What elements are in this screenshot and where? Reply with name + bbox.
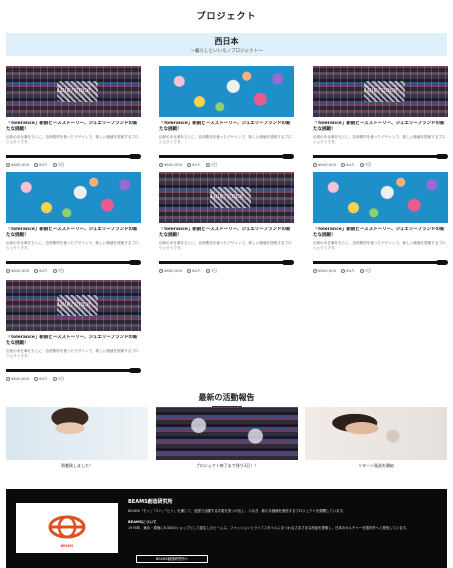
clock-icon [205,163,210,167]
project-description: 伝統の手仕事をもとに、自然素材を使ったデザインで、新しい価値を提案するプロジェク… [6,241,139,251]
project-description: 伝統の手仕事をもとに、自然素材を使ったデザインで、新しい価値を提案するプロジェク… [313,241,446,251]
project-stats: ¥840,000 64人 7日 [6,268,141,274]
project-description: 伝統の手仕事をもとに、自然素材を使ったデザインで、新しい価値を提案するプロジェク… [159,135,292,145]
report-caption[interactable]: プロジェクト終了まで残り3日！！ [156,463,298,469]
people-icon [34,163,39,167]
watermark-text: Tolerance [363,86,398,94]
money-icon [6,163,10,167]
project-card[interactable]: 「Tolerance」新鋭ビーズストーリー、ジュエリーブランドの新たな挑戦！ 伝… [159,66,294,168]
project-image[interactable]: Tolerance [6,66,141,117]
people-icon [34,377,39,381]
funding-progress [159,260,294,265]
project-image[interactable] [6,172,141,223]
project-description: 伝統の手仕事をもとに、自然素材を使ったデザインで、新しい価値を提案するプロジェク… [6,349,139,359]
banner-subtitle: 〜暮らしといいモノプロジェクト〜 [190,49,263,54]
clock-icon [359,269,364,273]
project-image[interactable] [159,66,294,117]
page-title: プロジェクト [196,12,257,22]
project-image[interactable]: Tolerance [159,172,294,223]
report-card[interactable]: リターン発送を開始 [305,407,447,469]
report-caption[interactable]: リターン発送を開始 [305,463,447,469]
footer: BEAMS BEAMS創造研究所 BEAMS「モノ」「コト」「ヒト」を通じて、全… [6,489,447,568]
funding-progress [6,154,141,159]
project-image[interactable]: Tolerance [313,66,448,117]
people-icon [187,269,192,273]
watermark-text: Tolerance [56,300,91,308]
project-stats: ¥840,000 64人 7日 [313,268,448,274]
project-card[interactable]: 「Tolerance」新鋭ビーズストーリー、ジュエリーブランドの新たな挑戦！ 伝… [6,172,141,274]
banner-title: 西日本 [214,37,239,46]
watermark-text: Tolerance [56,86,91,94]
project-description: 伝統の手仕事をもとに、自然素材を使ったデザインで、新しい価値を提案するプロジェク… [6,135,139,145]
report-image[interactable] [6,407,148,460]
footer-description: BEAMS「モノ」「コト」「ヒト」を通じて、全国で活躍する才能を見つけ出し、つな… [128,509,346,513]
report-card[interactable]: 到着致しました！ [6,407,148,469]
clock-icon [52,269,57,273]
project-stats: ¥840,000 64人 7日 [159,268,294,274]
footer-subtitle: BEAMSについて [128,520,157,524]
funding-progress [313,260,448,265]
funding-progress [313,154,448,159]
people-icon [187,163,192,167]
money-icon [6,269,10,273]
project-card[interactable]: Tolerance 「Tolerance」新鋭ビーズストーリー、ジュエリーブラン… [6,66,141,168]
money-icon [313,269,317,273]
project-stats: ¥840,000 64人 7日 [6,376,141,382]
logo-text: BEAMS [60,544,74,548]
clock-icon [52,377,57,381]
money-icon [159,269,163,273]
project-image[interactable]: Tolerance [6,280,141,331]
project-card[interactable]: Tolerance 「Tolerance」新鋭ビーズストーリー、ジュエリーブラン… [159,172,294,274]
report-image[interactable] [305,407,447,460]
project-stats: ¥840,000 64人 7日 [313,162,448,168]
project-title[interactable]: 「Tolerance」新鋭ビーズストーリー、ジュエリーブランドの新たな挑戦！ [6,227,141,239]
report-image[interactable] [156,407,298,460]
footer-link-button[interactable]: BEAMS創造研究所へ [136,555,208,563]
money-icon [159,163,163,167]
report-card[interactable]: プロジェクト終了まで残り3日！！ [156,407,298,469]
watermark-text: Tolerance [209,192,244,200]
project-card[interactable]: Tolerance 「Tolerance」新鋭ビーズストーリー、ジュエリーブラン… [6,280,141,382]
report-caption[interactable]: 到着致しました！ [6,463,148,469]
project-image[interactable] [313,172,448,223]
clock-icon [52,163,57,167]
funding-progress [6,368,141,373]
logo-box[interactable]: BEAMS [16,503,118,553]
people-icon [34,269,39,273]
project-title[interactable]: 「Tolerance」新鋭ビーズストーリー、ジュエリーブランドの新たな挑戦！ [159,227,294,239]
project-card[interactable]: 「Tolerance」新鋭ビーズストーリー、ジュエリーブランドの新たな挑戦！ 伝… [313,172,448,274]
project-description: 伝統の手仕事をもとに、自然素材を使ったデザインで、新しい価値を提案するプロジェク… [159,241,292,251]
project-title[interactable]: 「Tolerance」新鋭ビーズストーリー、ジュエリーブランドの新たな挑戦！ [6,335,141,347]
project-title[interactable]: 「Tolerance」新鋭ビーズストーリー、ジュエリーブランドの新たな挑戦！ [313,227,448,239]
clock-icon [205,269,210,273]
project-stats: ¥840,000 64人 7日 [159,162,294,168]
project-title[interactable]: 「Tolerance」新鋭ビーズストーリー、ジュエリーブランドの新たな挑戦！ [6,121,141,133]
project-title[interactable]: 「Tolerance」新鋭ビーズストーリー、ジュエリーブランドの新たな挑戦！ [313,121,448,133]
reports-section-title: 最新の活動報告 [0,392,453,407]
project-title[interactable]: 「Tolerance」新鋭ビーズストーリー、ジュエリーブランドの新たな挑戦！ [159,121,294,133]
project-description: 伝統の手仕事をもとに、自然素材を使ったデザインで、新しい価値を提案するプロジェク… [313,135,446,145]
footer-title: BEAMS創造研究所 [128,499,173,505]
money-icon [313,163,317,167]
beams-globe-logo-icon [48,515,86,539]
money-icon [6,377,10,381]
region-banner[interactable]: 西日本 〜暮らしといいモノプロジェクト〜 [6,33,447,56]
project-stats: ¥840,000 64人 7日 [6,162,141,168]
footer-description-2: 1976年、東京・原宿に6.5坪のショップとして誕生したビームス。ファッションと… [128,526,410,530]
people-icon [341,163,346,167]
funding-progress [6,260,141,265]
project-card[interactable]: Tolerance 「Tolerance」新鋭ビーズストーリー、ジュエリーブラン… [313,66,448,168]
funding-progress [159,154,294,159]
people-icon [341,269,346,273]
clock-icon [359,163,364,167]
